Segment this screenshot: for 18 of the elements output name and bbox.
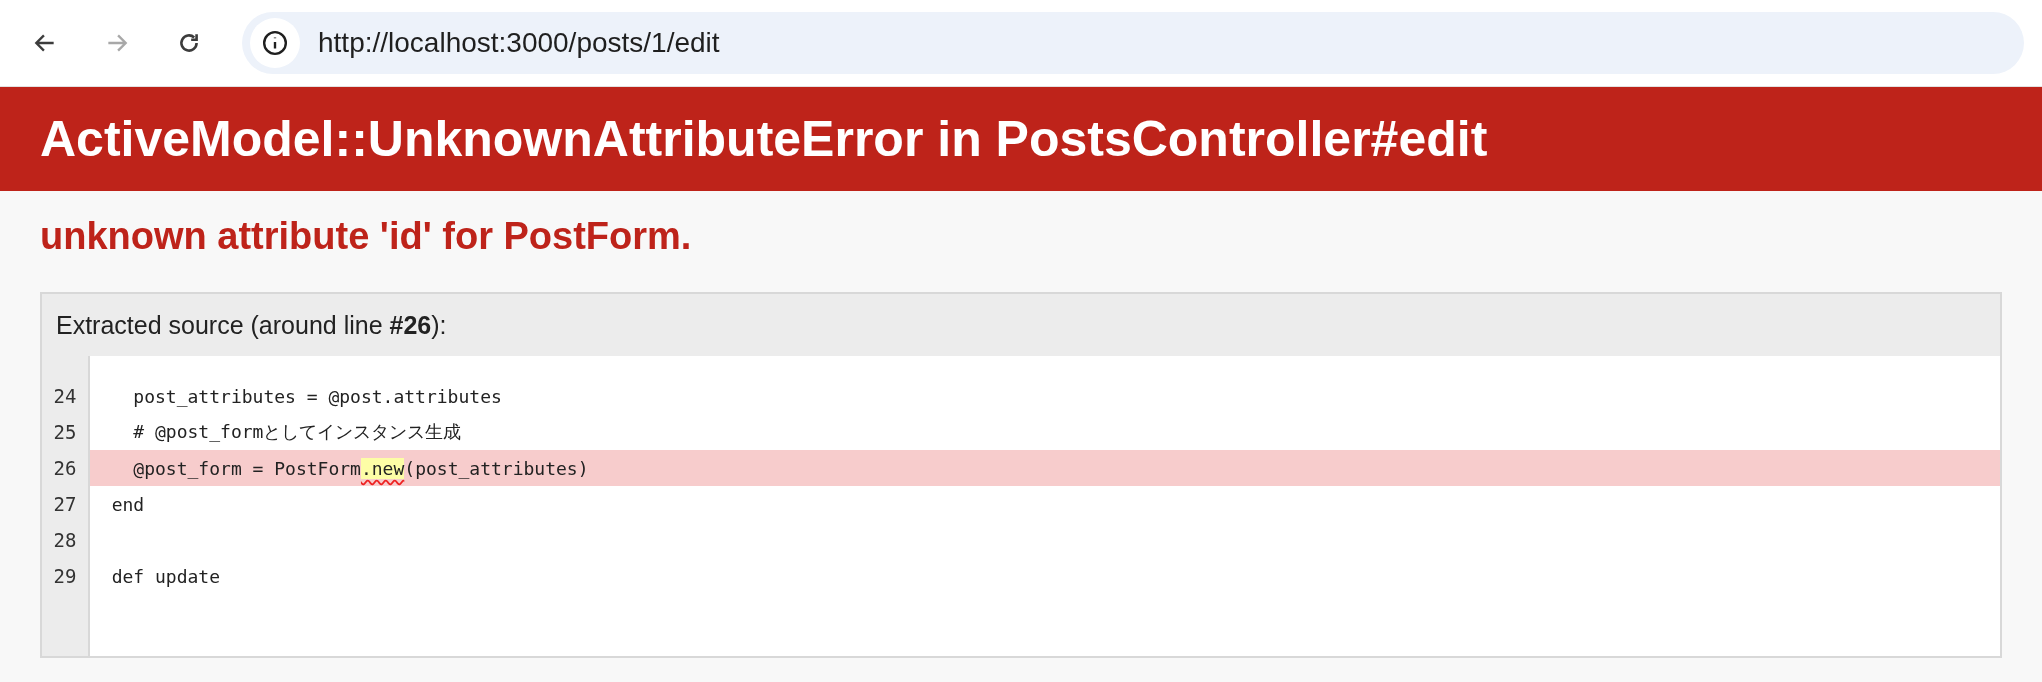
url-text: http://localhost:3000/posts/1/edit xyxy=(318,27,720,59)
code-line: post_attributes = @post.attributes xyxy=(132,385,502,407)
line-number: 24 xyxy=(52,384,78,409)
source-heading: Extracted source (around line #26): xyxy=(56,310,447,340)
line-number: 27 xyxy=(52,492,78,517)
code-line: end xyxy=(110,493,145,515)
line-number: 28 xyxy=(52,528,78,553)
line-number: 29 xyxy=(52,564,78,589)
info-icon xyxy=(262,30,288,56)
line-number: 26 xyxy=(52,456,78,481)
info-button[interactable] xyxy=(250,18,300,68)
error-title: ActiveModel::UnknownAttributeError in PostsController#edit xyxy=(40,110,1488,168)
line-number: 25 xyxy=(52,420,78,445)
code-line: # @post_formとしてインスタンス生成 xyxy=(132,420,462,444)
address-bar[interactable]: http://localhost:3000/posts/1/edit xyxy=(242,12,2024,74)
error-message: unknown attribute 'id' for PostForm. xyxy=(40,215,693,258)
code-line: def update xyxy=(110,565,221,587)
code-line: @post_form = PostForm.new(post_attributes) xyxy=(132,457,589,479)
